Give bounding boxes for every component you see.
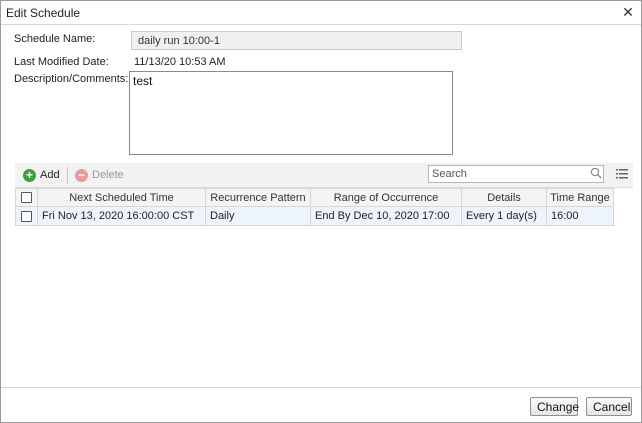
cell-range-of-occurrence: End By Dec 10, 2020 17:00 (310, 206, 462, 226)
delete-button[interactable]: − Delete (75, 167, 124, 183)
edit-schedule-dialog: Edit Schedule ✕ Schedule Name: Last Modi… (0, 0, 642, 423)
row-checkbox-cell[interactable] (15, 206, 38, 226)
last-modified-value: 11/13/20 10:53 AM (134, 56, 226, 68)
dialog-titlebar: Edit Schedule ✕ (1, 1, 641, 25)
table-header-row: Next Scheduled Time Recurrence Pattern R… (15, 188, 614, 207)
cell-time-range: 16:00 (546, 206, 614, 226)
row-checkbox[interactable] (21, 210, 32, 222)
schedule-table: Next Scheduled Time Recurrence Pattern R… (15, 188, 614, 226)
column-header-details[interactable]: Details (461, 188, 547, 207)
cell-next-scheduled-time: Fri Nov 13, 2020 16:00:00 CST (37, 206, 206, 226)
column-header-range-of-occurrence[interactable]: Range of Occurrence (310, 188, 462, 207)
column-header-time-range[interactable]: Time Range (546, 188, 614, 207)
description-textarea[interactable]: test (129, 71, 453, 155)
last-modified-label: Last Modified Date: (14, 56, 109, 68)
search-icon[interactable] (590, 167, 602, 179)
delete-icon: − (75, 168, 88, 182)
close-icon[interactable]: ✕ (621, 5, 635, 19)
add-button[interactable]: + Add (23, 167, 60, 183)
schedule-name-input[interactable] (131, 31, 462, 50)
add-label: Add (40, 169, 60, 181)
search-input[interactable] (428, 165, 604, 183)
add-icon: + (23, 168, 36, 182)
cancel-button[interactable]: Cancel (586, 397, 632, 416)
column-menu-icon[interactable] (616, 168, 628, 180)
select-all-checkbox-cell[interactable] (15, 188, 38, 207)
delete-label: Delete (92, 169, 124, 181)
column-header-next-scheduled-time[interactable]: Next Scheduled Time (37, 188, 206, 207)
dialog-title: Edit Schedule (6, 6, 81, 20)
schedule-name-label: Schedule Name: (14, 33, 96, 45)
dialog-footer: Change Cancel (1, 387, 641, 422)
description-label: Description/Comments: (14, 73, 129, 85)
schedule-toolbar: + Add − Delete (15, 163, 633, 188)
change-button[interactable]: Change (530, 397, 579, 416)
column-header-recurrence-pattern[interactable]: Recurrence Pattern (205, 188, 311, 207)
table-row[interactable]: Fri Nov 13, 2020 16:00:00 CST Daily End … (15, 206, 614, 226)
select-all-checkbox[interactable] (21, 192, 32, 204)
cell-details: Every 1 day(s) (461, 206, 547, 226)
toolbar-divider (67, 167, 68, 184)
cell-recurrence-pattern: Daily (205, 206, 311, 226)
